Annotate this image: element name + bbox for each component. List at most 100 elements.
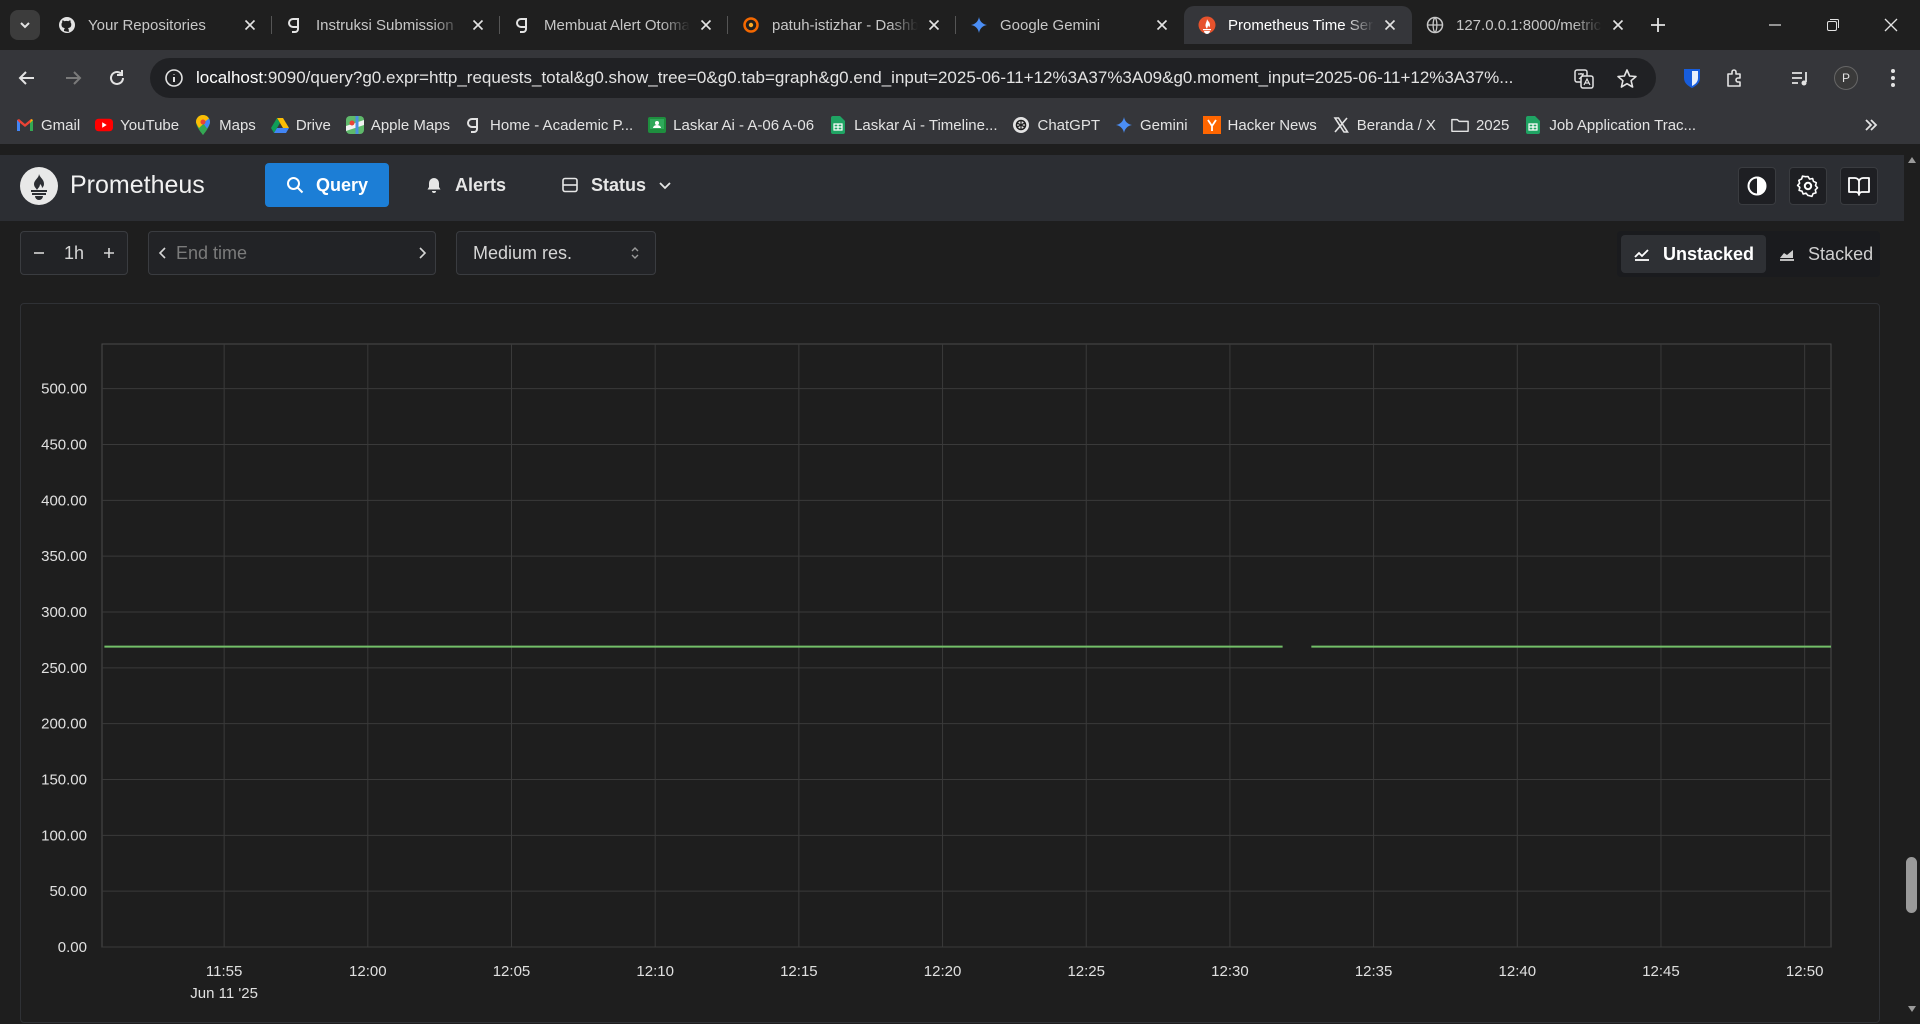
dicoding-icon: [465, 116, 483, 134]
reload-icon: [110, 70, 124, 85]
documentation-button[interactable]: [1840, 167, 1878, 205]
bookmark-item[interactable]: Gmail: [14, 111, 89, 139]
new-tab-button[interactable]: [1640, 6, 1676, 44]
x-tick-label: 12:35: [1355, 963, 1393, 980]
x-date-label: Jun 11 '25: [190, 985, 258, 1002]
tab-title: Google Gemini: [1000, 16, 1101, 34]
bookmark-star-icon[interactable]: [1616, 68, 1638, 90]
scroll-down-arrow[interactable]: [1905, 1002, 1919, 1016]
tab-close-icon[interactable]: [1380, 15, 1400, 35]
bookmark-item[interactable]: Beranda / X: [1330, 111, 1445, 139]
end-time-input[interactable]: [176, 242, 408, 264]
bookmark-item[interactable]: Laskar Ai - Timeline...: [827, 111, 1006, 139]
end-time-forward-button[interactable]: [408, 232, 435, 274]
browser-tab[interactable]: Membuat Alert Otomatis: [500, 6, 728, 44]
range-value[interactable]: 1h: [57, 243, 91, 264]
media-controls-icon[interactable]: [1787, 65, 1813, 91]
scroll-up-arrow[interactable]: [1905, 153, 1919, 167]
bookmarks-overflow-button[interactable]: [1860, 114, 1882, 136]
resolution-value: Medium res.: [473, 242, 573, 263]
nav-alerts-button[interactable]: Alerts: [425, 163, 506, 207]
x-tick-label: 12:50: [1786, 963, 1824, 980]
bookmark-label: Gmail: [41, 116, 81, 134]
resolution-select[interactable]: Medium res.: [456, 231, 656, 275]
y-tick-label: 50.00: [49, 883, 87, 900]
chevron-down-icon: [20, 22, 30, 29]
stacked-option[interactable]: Stacked: [1766, 235, 1885, 273]
github-icon: [58, 16, 76, 34]
browser-tab[interactable]: 127.0.0.1:8000/metrics: [1412, 6, 1640, 44]
restore-button[interactable]: [1804, 0, 1862, 50]
tab-close-icon[interactable]: [696, 15, 716, 35]
bookmark-item[interactable]: Apple Maps: [344, 111, 459, 139]
browser-tab[interactable]: Your Repositories: [44, 6, 272, 44]
bookmark-item[interactable]: Job Application Trac...: [1522, 111, 1705, 139]
gmail-icon: [16, 116, 34, 134]
bookmark-item[interactable]: Drive: [269, 111, 340, 139]
bookmark-item[interactable]: Laskar Ai - A-06 A-06: [646, 111, 823, 139]
folder-icon: [1451, 116, 1469, 134]
stack-mode-toggle: Unstacked Stacked: [1617, 231, 1880, 277]
browser-tab[interactable]: patuh-istizhar - Dashboard: [728, 6, 956, 44]
address-bar[interactable]: localhost:9090/query?g0.expr=http_reques…: [150, 58, 1656, 98]
range-increase-button[interactable]: [91, 232, 127, 274]
bookmark-item[interactable]: YouTube: [93, 111, 188, 139]
tab-close-icon[interactable]: [468, 15, 488, 35]
tab-close-icon[interactable]: [1608, 15, 1628, 35]
reload-button[interactable]: [102, 63, 132, 93]
time-series-chart[interactable]: 0.00 50.00 100.00 150.00 200.00 250.00 300.00 3…: [21, 304, 1881, 1024]
bookmark-item[interactable]: 2025: [1449, 111, 1518, 139]
dicoding-icon: [286, 16, 304, 34]
tab-search-button[interactable]: [10, 10, 40, 40]
x-tick-label: 12:20: [924, 963, 962, 980]
bookmark-label: Laskar Ai - Timeline...: [854, 116, 998, 134]
tab-close-icon[interactable]: [1152, 15, 1172, 35]
tab-close-icon[interactable]: [924, 15, 944, 35]
minimize-button[interactable]: [1746, 0, 1804, 50]
prometheus-icon: [1198, 16, 1216, 34]
url-text[interactable]: localhost:9090/query?g0.expr=http_reques…: [196, 68, 1576, 88]
unstacked-label: Unstacked: [1663, 243, 1755, 264]
app-title[interactable]: Prometheus: [70, 171, 205, 200]
restore-icon: [1827, 19, 1839, 31]
translate-icon[interactable]: [1573, 68, 1595, 90]
site-info-icon[interactable]: [164, 68, 184, 88]
nav-query-button[interactable]: Query: [265, 163, 389, 207]
graph-panel: 0.00 50.00 100.00 150.00 200.00 250.00 300.00 3…: [20, 303, 1880, 1023]
bookmark-label: Job Application Trac...: [1549, 116, 1697, 134]
bookmark-item[interactable]: Hacker News: [1201, 111, 1326, 139]
tab-title: Your Repositories: [88, 16, 206, 34]
x-tick-label: 12:10: [636, 963, 674, 980]
contrast-icon: [1747, 176, 1767, 196]
bookmark-label: 2025: [1475, 116, 1510, 134]
line-chart-icon: [1634, 249, 1649, 261]
bookmark-item[interactable]: Home - Academic P...: [463, 111, 642, 139]
tab-close-icon[interactable]: [240, 15, 260, 35]
chevron-double-right-icon: [1865, 119, 1878, 131]
back-button[interactable]: [12, 63, 42, 93]
bookmark-item[interactable]: ChatGPT: [1010, 111, 1109, 139]
minimize-icon: [1769, 24, 1781, 26]
prometheus-logo-icon[interactable]: [20, 167, 58, 205]
nav-status-dropdown[interactable]: Status: [561, 163, 684, 207]
theme-toggle-button[interactable]: [1738, 167, 1776, 205]
minus-icon: [34, 252, 44, 254]
browser-tab[interactable]: Prometheus Time Series: [1184, 6, 1412, 44]
browser-tab[interactable]: Google Gemini: [956, 6, 1184, 44]
unstacked-option[interactable]: Unstacked: [1621, 235, 1767, 273]
browser-menu-icon[interactable]: [1880, 65, 1906, 91]
bookmark-label: Laskar Ai - A-06 A-06: [673, 116, 815, 134]
bookmark-item[interactable]: Maps: [192, 111, 265, 139]
range-decrease-button[interactable]: [21, 232, 57, 274]
settings-button[interactable]: [1789, 167, 1827, 205]
extensions-puzzle-icon[interactable]: [1722, 65, 1748, 91]
browser-tab[interactable]: Instruksi Submission: [272, 6, 500, 44]
bitwarden-icon[interactable]: [1679, 65, 1705, 91]
close-window-button[interactable]: [1862, 0, 1920, 50]
forward-button[interactable]: [58, 63, 88, 93]
gemini-icon: [1115, 116, 1133, 134]
profile-avatar[interactable]: P: [1834, 66, 1858, 90]
scrollbar-thumb[interactable]: [1906, 857, 1917, 913]
bookmark-item[interactable]: Gemini: [1113, 111, 1197, 139]
end-time-back-button[interactable]: [149, 232, 176, 274]
